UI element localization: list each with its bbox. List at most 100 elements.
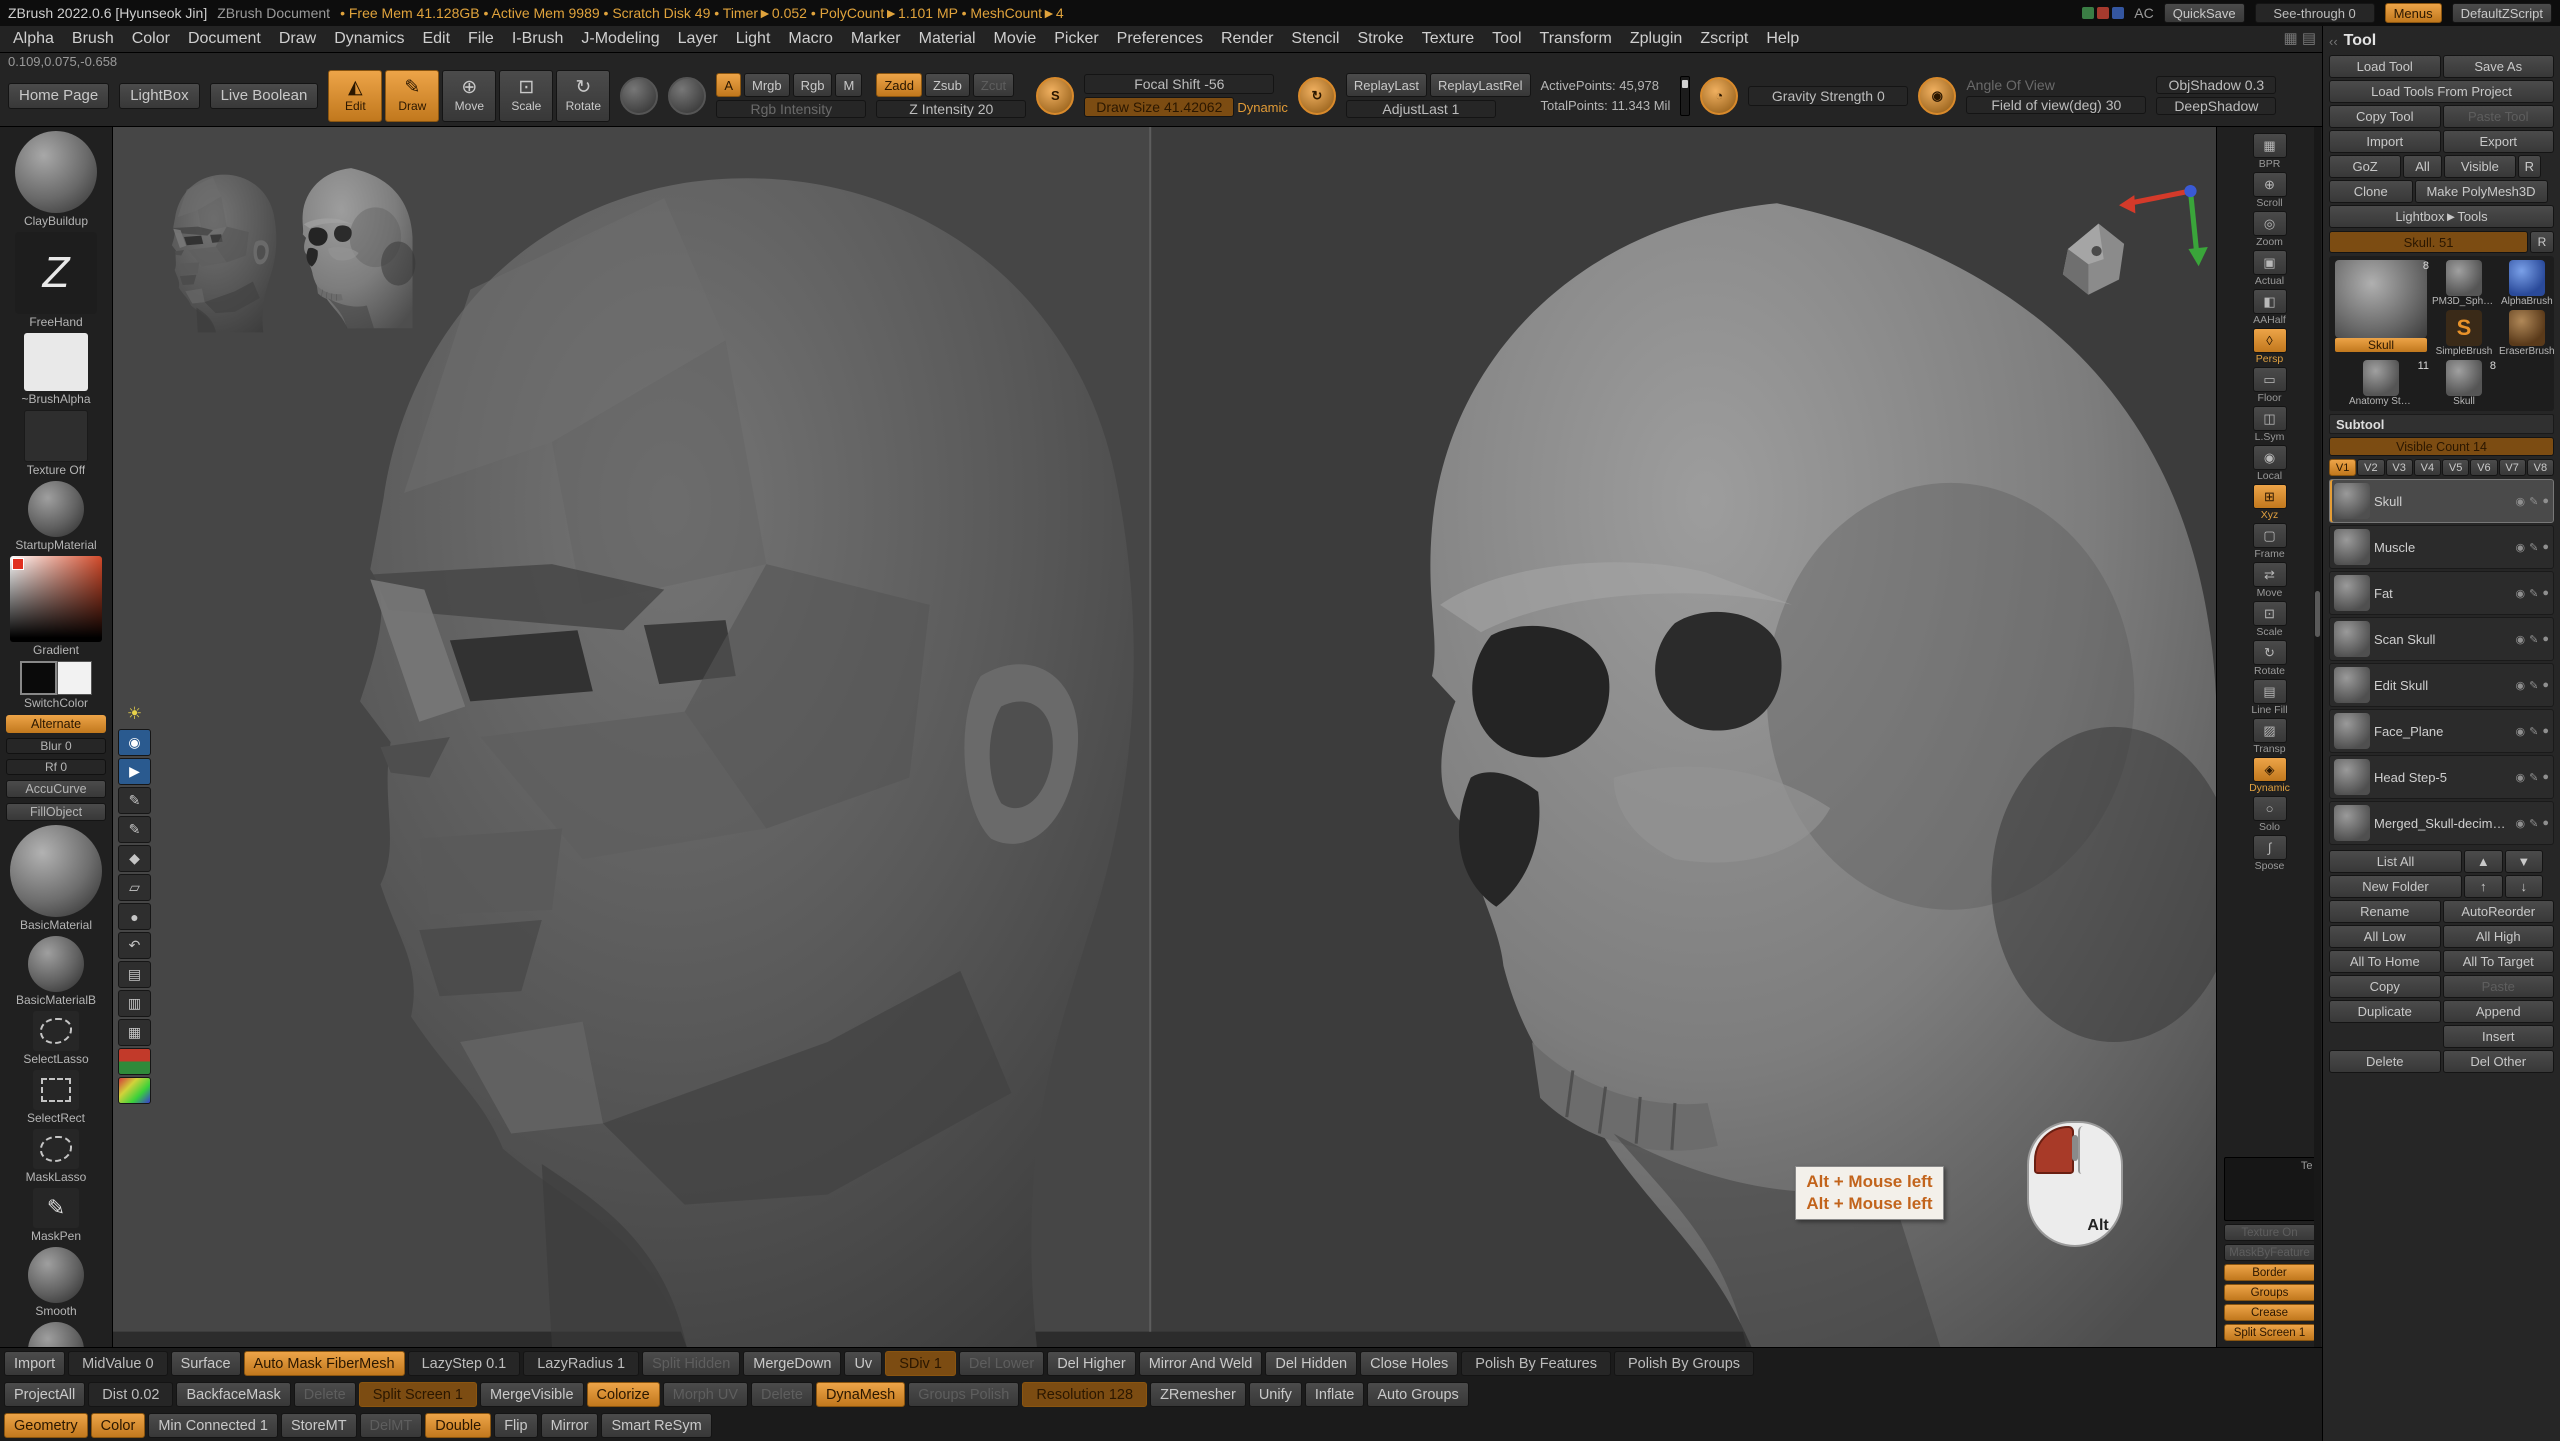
- menu-item[interactable]: J-Modeling: [572, 30, 668, 48]
- subtool-row[interactable]: Face_Plane ◉ ✎ ●: [2329, 709, 2554, 753]
- subtool-button[interactable]: All To Target: [2443, 950, 2555, 973]
- home-page-button[interactable]: Home Page: [8, 83, 109, 109]
- menu-item[interactable]: Stroke: [1348, 30, 1412, 48]
- camera-view-icon[interactable]: ◉: [1918, 77, 1956, 115]
- bottom-button[interactable]: BackfaceMask: [176, 1382, 290, 1407]
- bottom-button[interactable]: Split Screen 1: [359, 1382, 477, 1407]
- paint-toggle-icon[interactable]: ●: [2542, 725, 2549, 737]
- menus-button[interactable]: Menus: [2385, 3, 2442, 23]
- quicksave-button[interactable]: QuickSave: [2164, 3, 2245, 23]
- sculpt-toggle-icon[interactable]: ✎: [2529, 495, 2538, 508]
- menu-item[interactable]: File: [459, 30, 503, 48]
- bottom-button[interactable]: DynaMesh: [816, 1382, 905, 1407]
- bottom-button[interactable]: Dist 0.02: [88, 1382, 173, 1407]
- bottom-button[interactable]: Surface: [171, 1351, 241, 1376]
- left-tray-item[interactable]: MaskPen: [0, 1188, 112, 1243]
- bottom-button[interactable]: LazyRadius 1: [523, 1351, 639, 1376]
- sculpt-toggle-icon[interactable]: ✎: [2529, 817, 2538, 830]
- menu-item[interactable]: Picker: [1045, 30, 1107, 48]
- replay-icon[interactable]: ↻: [1298, 77, 1336, 115]
- menu-item[interactable]: Zscript: [1691, 30, 1757, 48]
- subtool-row[interactable]: Merged_Skull-decimation2_5 ◉ ✎ ●: [2329, 801, 2554, 845]
- paint-toggle-icon[interactable]: ●: [2542, 495, 2549, 507]
- left-tray-item[interactable]: AccuCurve: [0, 779, 112, 798]
- subtool-row[interactable]: Edit Skull ◉ ✎ ●: [2329, 663, 2554, 707]
- paint-toggle-icon[interactable]: ●: [2542, 633, 2549, 645]
- tool-thumb-image[interactable]: [2446, 360, 2482, 396]
- panel-toggle-icons[interactable]: ▦ ▤: [2283, 29, 2316, 47]
- bottom-button[interactable]: Delete: [751, 1382, 813, 1407]
- left-tray-item[interactable]: SwitchColor: [0, 661, 112, 710]
- tool-button[interactable]: Load Tools From Project: [2329, 80, 2554, 103]
- subtool-thumbnail[interactable]: [2334, 759, 2370, 795]
- eye-icon[interactable]: ◉: [2516, 679, 2526, 692]
- menu-item[interactable]: Macro: [779, 30, 841, 48]
- subtool-thumbnail[interactable]: [2334, 713, 2370, 749]
- subtool-thumbnail[interactable]: [2334, 621, 2370, 657]
- bottom-button[interactable]: Auto Groups: [1367, 1382, 1468, 1407]
- right-shelf-bottom-button[interactable]: Split Screen 1: [2224, 1324, 2316, 1341]
- left-tray-thumbnail[interactable]: [28, 1322, 84, 1347]
- right-shelf-bottom-button[interactable]: Crease: [2224, 1304, 2316, 1321]
- mode-button[interactable]: ↻Rotate: [556, 70, 610, 122]
- menu-item[interactable]: Movie: [985, 30, 1046, 48]
- bottom-button[interactable]: Flip: [494, 1413, 537, 1438]
- bottom-button[interactable]: DelMT: [360, 1413, 423, 1438]
- sculpt-toggle-icon[interactable]: ✎: [2529, 679, 2538, 692]
- subtool-row[interactable]: Head Step-5 ◉ ✎ ●: [2329, 755, 2554, 799]
- canvas-vertical-scrollbar[interactable]: [2314, 127, 2321, 1347]
- menu-item[interactable]: Texture: [1413, 30, 1483, 48]
- eye-icon[interactable]: ◉: [2516, 725, 2526, 738]
- canvas-viewport[interactable]: ☀◉▶✎✎◆▱●↶▤▥▦ Alt + Mouse leftAlt + Mouse…: [113, 127, 2216, 1347]
- color-mode-button[interactable]: M: [835, 73, 862, 97]
- bottom-button[interactable]: Smart ReSym: [601, 1413, 711, 1438]
- bottom-button[interactable]: Double: [425, 1413, 491, 1438]
- eye-icon[interactable]: ◉: [2516, 633, 2526, 646]
- bottom-button[interactable]: Import: [4, 1351, 65, 1376]
- tool-button[interactable]: Visible: [2444, 155, 2516, 178]
- version-tab[interactable]: V5: [2442, 459, 2469, 476]
- right-shelf-button[interactable]: ↻ Rotate: [2253, 640, 2287, 677]
- tool-button[interactable]: Save As: [2443, 55, 2555, 78]
- subtool-button[interactable]: ▲: [2464, 850, 2503, 873]
- left-tray-thumbnail[interactable]: [33, 1129, 79, 1169]
- bottom-button[interactable]: Unify: [1249, 1382, 1302, 1407]
- gravity-strength-slider[interactable]: Gravity Strength 0: [1748, 86, 1908, 106]
- menu-item[interactable]: Tool: [1483, 30, 1530, 48]
- eye-icon[interactable]: ◉: [2516, 541, 2526, 554]
- tool-button[interactable]: Paste Tool: [2443, 105, 2555, 128]
- gravity-icon[interactable]: ◔: [1700, 77, 1738, 115]
- left-tray-item[interactable]: ClayBuildup: [0, 131, 112, 228]
- sculpt-toggle-icon[interactable]: ✎: [2529, 587, 2538, 600]
- version-tab[interactable]: V1: [2329, 459, 2356, 476]
- eye-icon[interactable]: ◉: [2516, 495, 2526, 508]
- left-tray-item[interactable]: SmoothValleys: [0, 1322, 112, 1347]
- mode-button[interactable]: ✎Draw: [385, 70, 439, 122]
- right-shelf-bottom-button[interactable]: MaskByFeature: [2224, 1244, 2316, 1261]
- version-tab[interactable]: V2: [2357, 459, 2384, 476]
- left-tray-thumbnail[interactable]: [33, 1011, 79, 1051]
- subtool-thumbnail[interactable]: [2334, 805, 2370, 841]
- tool-thumbnail-eraserbrush[interactable]: EraserBrush: [2499, 310, 2555, 357]
- bottom-button[interactable]: Del Higher: [1047, 1351, 1136, 1376]
- replay-last-button[interactable]: ReplayLast: [1346, 73, 1427, 97]
- bottom-button[interactable]: Morph UV: [663, 1382, 748, 1407]
- tool-button[interactable]: Clone: [2329, 180, 2413, 203]
- subtool-button[interactable]: All To Home: [2329, 950, 2441, 973]
- right-shelf-button[interactable]: ◧ AAHalf: [2253, 289, 2287, 326]
- subtool-button[interactable]: Insert: [2443, 1025, 2555, 1048]
- bottom-button[interactable]: Auto Mask FiberMesh: [244, 1351, 405, 1376]
- subtool-row[interactable]: Scan Skull ◉ ✎ ●: [2329, 617, 2554, 661]
- right-shelf-button[interactable]: ○ Solo: [2253, 796, 2287, 833]
- quick-tool-icon[interactable]: ▱: [118, 874, 151, 901]
- bottom-button[interactable]: ProjectAll: [4, 1382, 85, 1407]
- tool-thumb-image[interactable]: [2446, 310, 2482, 346]
- field-of-view-slider[interactable]: Field of view(deg) 30: [1966, 96, 2146, 114]
- right-shelf-button[interactable]: ▭ Floor: [2253, 367, 2287, 404]
- left-tray-item[interactable]: MaskLasso: [0, 1129, 112, 1184]
- quick-tool-icon[interactable]: ◉: [118, 729, 151, 756]
- left-tray-item[interactable]: SelectLasso: [0, 1011, 112, 1066]
- version-tab[interactable]: V4: [2414, 459, 2441, 476]
- sculpt-toggle-icon[interactable]: ✎: [2529, 725, 2538, 738]
- version-tab[interactable]: V7: [2499, 459, 2526, 476]
